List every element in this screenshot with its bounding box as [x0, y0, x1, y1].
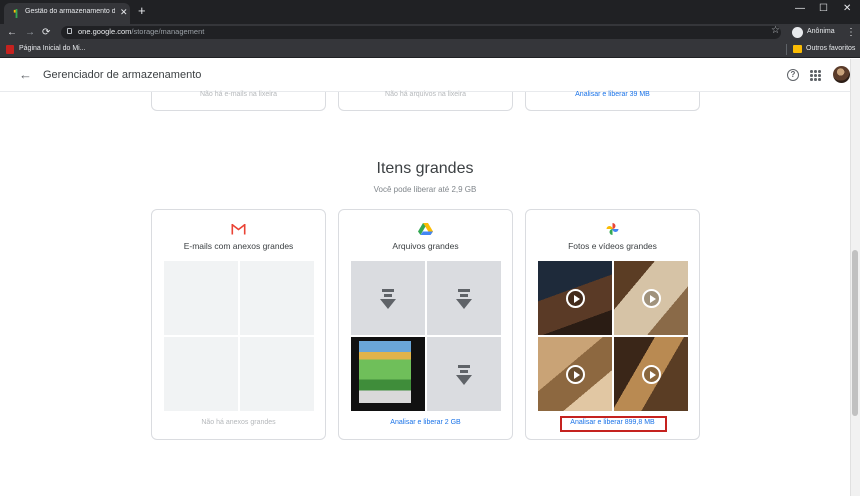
play-icon: [566, 289, 585, 308]
play-icon: [642, 289, 661, 308]
file-thumbnail[interactable]: [427, 261, 501, 335]
url-host: one.google.com: [78, 27, 132, 36]
bookmark-star-icon[interactable]: ☆: [771, 25, 780, 36]
minimize-icon[interactable]: —: [795, 3, 805, 14]
video-thumbnail[interactable]: [614, 337, 688, 411]
account-avatar[interactable]: [833, 66, 850, 83]
video-thumbnail[interactable]: [538, 337, 612, 411]
scrollbar-thumb[interactable]: [852, 250, 858, 416]
file-thumbnail[interactable]: [351, 261, 425, 335]
email-thumbnail-grid: [164, 261, 314, 411]
url-text[interactable]: one.google.com/storage/management: [78, 27, 204, 36]
drive-icon: [418, 223, 433, 235]
file-thumbnail[interactable]: [427, 337, 501, 411]
play-icon: [566, 365, 585, 384]
browser-menu-icon[interactable]: ⋮: [846, 24, 856, 41]
card-title: Arquivos grandes: [392, 241, 459, 251]
empty-placeholder: [240, 337, 314, 411]
trash-emails-text: Não há e-mails na lixeira: [199, 91, 278, 98]
trash-files-text: Não há arquivos na lixeira: [385, 91, 466, 98]
lock-icon[interactable]: [67, 28, 72, 34]
download-file-icon: [456, 289, 472, 309]
window-close-icon[interactable]: ✕: [843, 3, 851, 14]
bookmarks-bar: [0, 41, 860, 58]
reload-icon[interactable]: ⟳: [42, 24, 50, 41]
file-thumbnail-grid: [351, 261, 501, 411]
card-title: E-mails com anexos grandes: [183, 241, 294, 251]
page-viewport: ← Gerenciador de armazenamento ? Não há …: [0, 59, 850, 496]
card-footer-text: Não há anexos grandes: [201, 419, 276, 426]
play-icon: [642, 365, 661, 384]
back-nav-icon[interactable]: ←: [7, 24, 17, 41]
trash-emails-card: Não há e-mails na lixeira: [151, 91, 326, 111]
empty-placeholder: [240, 261, 314, 335]
game-screenshot: [359, 341, 411, 403]
download-file-icon: [456, 365, 472, 385]
profile-button[interactable]: Anônima: [790, 26, 836, 39]
bookmark-label: Página Inicial do Mi...: [19, 45, 86, 52]
other-bookmarks-label: Outros favoritos: [806, 45, 856, 52]
bookmark-favicon-icon: [6, 45, 14, 54]
apps-grid-icon[interactable]: [810, 70, 821, 81]
new-tab-icon[interactable]: +: [138, 3, 146, 18]
folder-icon: [793, 45, 802, 53]
forward-nav-icon[interactable]: →: [25, 24, 35, 41]
card-title: Fotos e vídeos grandes: [568, 241, 657, 251]
photos-icon: [606, 223, 619, 235]
download-file-icon: [380, 289, 396, 309]
bookmarks-divider: [786, 44, 787, 55]
highlight-box: [560, 416, 667, 432]
tab-title: Gestão do armazenamento do G: [25, 8, 115, 15]
large-photos-card[interactable]: Fotos e vídeos grandes Analisar e libera…: [525, 209, 700, 440]
empty-placeholder: [164, 261, 238, 335]
free-space-link[interactable]: Analisar e liberar 2 GB: [339, 419, 512, 426]
video-thumbnail[interactable]: [614, 261, 688, 335]
empty-placeholder: [164, 337, 238, 411]
google-one-favicon: [13, 9, 18, 18]
file-thumbnail-image[interactable]: [351, 337, 425, 411]
trash-photos-link[interactable]: Analisar e liberar 39 MB: [526, 91, 699, 98]
back-arrow-icon[interactable]: ←: [19, 67, 32, 82]
photo-thumbnail-grid: [538, 261, 688, 411]
gmail-icon: [231, 223, 246, 235]
incognito-icon: [792, 27, 803, 38]
url-path: /storage/management: [131, 27, 205, 36]
page-title: Gerenciador de armazenamento: [43, 69, 202, 81]
browser-tab[interactable]: Gestão do armazenamento do G ✕: [4, 3, 130, 24]
tab-close-icon[interactable]: ✕: [120, 7, 128, 18]
video-thumbnail[interactable]: [538, 261, 612, 335]
help-icon[interactable]: ?: [787, 69, 799, 81]
section-subtitle: Você pode liberar até 2,9 GB: [373, 185, 477, 194]
large-emails-card[interactable]: E-mails com anexos grandes Não há anexos…: [151, 209, 326, 440]
trash-files-card: Não há arquivos na lixeira: [338, 91, 513, 111]
large-files-card[interactable]: Arquivos grandes Analisar e liberar 2 GB: [338, 209, 513, 440]
section-title: Itens grandes: [376, 160, 474, 177]
trash-photos-card: Analisar e liberar 39 MB: [525, 91, 700, 111]
maximize-icon[interactable]: ☐: [819, 3, 828, 14]
profile-label: Anônima: [807, 28, 835, 35]
